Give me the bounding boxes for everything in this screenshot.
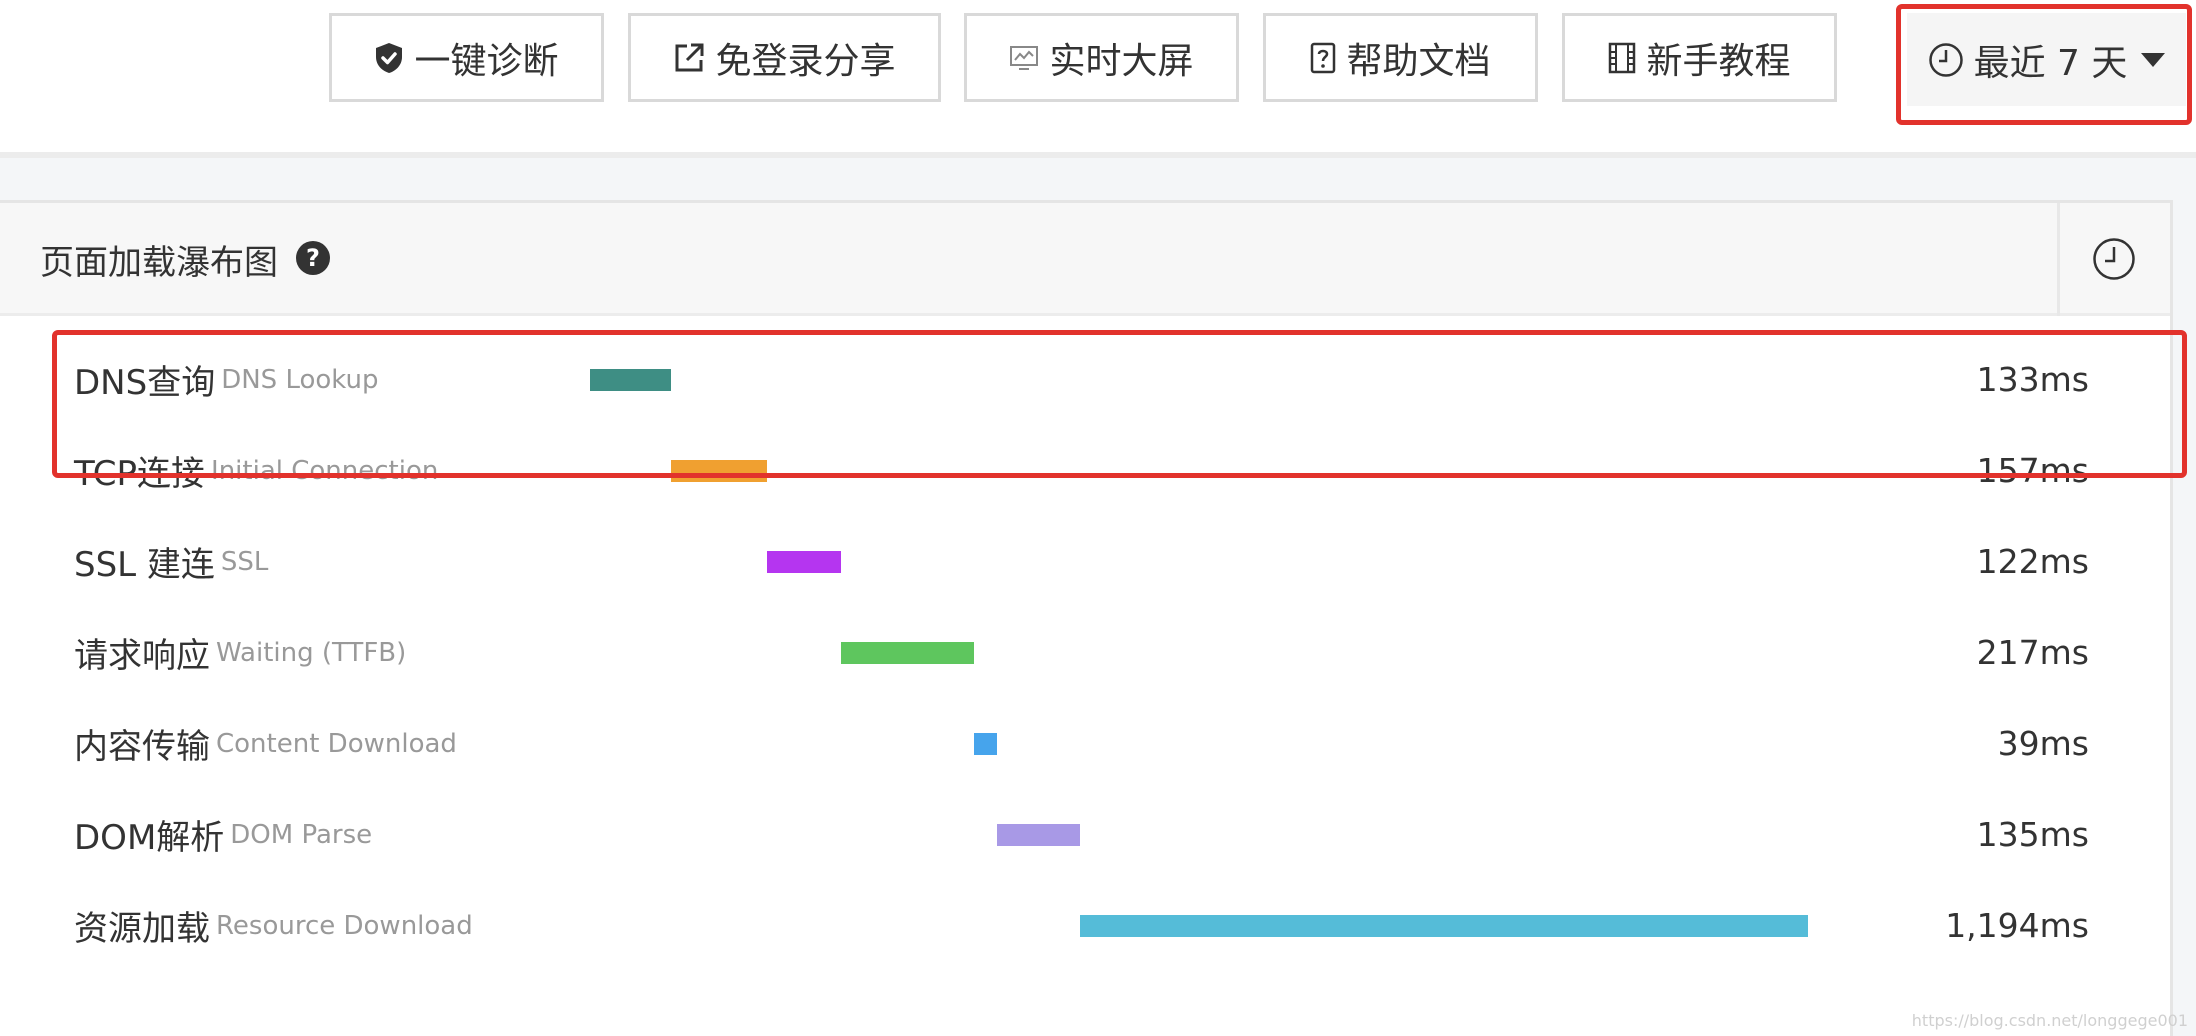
timing-bar — [973, 733, 998, 755]
row-label-zh: 资源加载 — [74, 909, 210, 949]
clock-icon — [1928, 42, 1964, 78]
row-label-zh: DOM解析 — [74, 818, 225, 858]
diagnose-button[interactable]: 一键诊断 — [329, 13, 604, 102]
row-label: 内容传输 Content Download — [74, 698, 457, 789]
row-label: DOM解析 DOM Parse — [74, 789, 372, 880]
row-duration: 133ms — [1976, 360, 2089, 399]
row-label-zh: 请求响应 — [74, 636, 210, 676]
timing-bar — [590, 369, 672, 391]
timing-bar — [671, 460, 767, 482]
share-button[interactable]: 免登录分享 — [628, 13, 941, 102]
timing-bar — [997, 824, 1080, 846]
row-label-en: SSL — [220, 546, 269, 577]
row-label-en: DOM Parse — [230, 819, 373, 850]
row-label-zh: 内容传输 — [74, 727, 210, 767]
help-docs-button[interactable]: 帮助文档 — [1263, 13, 1538, 102]
row-duration: 217ms — [1976, 633, 2089, 672]
waterfall-row: SSL 建连 SSL 122ms — [0, 516, 2170, 607]
timing-bar — [1079, 915, 1809, 937]
realtime-screen-button-label: 实时大屏 — [1049, 40, 1194, 82]
share-button-label: 免登录分享 — [715, 40, 896, 82]
row-duration: 122ms — [1976, 542, 2089, 581]
tutorial-button[interactable]: 新手教程 — [1562, 13, 1837, 102]
waterfall-row: 资源加载 Resource Download 1,194ms — [0, 880, 2170, 971]
help-icon[interactable]: ? — [296, 241, 330, 275]
film-icon — [1608, 42, 1636, 74]
row-label-zh: DNS查询 — [74, 363, 216, 403]
row-duration: 157ms — [1976, 451, 2089, 490]
waterfall-row: 请求响应 Waiting (TTFB) 217ms — [0, 607, 2170, 698]
watermark: https://blog.csdn.net/longgege001 — [1911, 1011, 2188, 1030]
timing-bar — [841, 642, 974, 664]
header-separator — [2057, 203, 2060, 316]
page-background — [0, 158, 2196, 200]
row-label-en: Content Download — [216, 728, 457, 759]
diagnose-button-label: 一键诊断 — [414, 40, 559, 82]
help-docs-button-label: 帮助文档 — [1346, 40, 1491, 82]
row-label-en: Initial Connection — [211, 455, 439, 486]
page-background — [2173, 200, 2196, 1036]
waterfall-row: DOM解析 DOM Parse 135ms — [0, 789, 2170, 880]
clock-icon[interactable] — [2092, 237, 2136, 285]
row-label: 请求响应 Waiting (TTFB) — [74, 607, 406, 698]
row-label-en: DNS Lookup — [221, 364, 379, 395]
panel-title: 页面加载瀑布图 — [40, 243, 278, 283]
row-label: SSL 建连 SSL — [74, 516, 268, 607]
tutorial-button-label: 新手教程 — [1646, 40, 1791, 82]
time-range-dropdown[interactable]: 最近 7 天 — [1907, 13, 2186, 106]
realtime-screen-button[interactable]: 实时大屏 — [964, 13, 1239, 102]
help-doc-icon — [1310, 42, 1336, 74]
timing-bar — [766, 551, 842, 573]
chevron-down-icon — [2141, 52, 2166, 67]
shield-icon — [374, 42, 404, 74]
row-duration: 1,194ms — [1945, 906, 2089, 945]
row-label: 资源加载 Resource Download — [74, 880, 473, 971]
waterfall-row: DNS查询 DNS Lookup 133ms — [0, 334, 2170, 425]
row-label-en: Waiting (TTFB) — [216, 637, 407, 668]
row-label-zh: SSL 建连 — [74, 545, 215, 585]
row-label-en: Resource Download — [216, 910, 473, 941]
waterfall-panel: 页面加载瀑布图 ? DNS查询 DNS Lookup 133ms TCP连接 Initi… — [0, 200, 2173, 1036]
row-label: DNS查询 DNS Lookup — [74, 334, 379, 425]
waterfall-row: 内容传输 Content Download 39ms — [0, 698, 2170, 789]
panel-header: 页面加载瀑布图 ? — [0, 203, 2170, 316]
row-label-zh: TCP连接 — [74, 454, 206, 494]
toolbar: 一键诊断 免登录分享 实时大屏 帮助文档 新手教程 最近 7 天 — [0, 0, 2196, 155]
row-label: TCP连接 Initial Connection — [74, 425, 438, 516]
monitor-icon — [1009, 45, 1039, 71]
row-duration: 135ms — [1976, 815, 2089, 854]
waterfall-row: TCP连接 Initial Connection 157ms — [0, 425, 2170, 516]
row-duration: 39ms — [1997, 724, 2089, 763]
share-external-icon — [673, 42, 705, 74]
time-range-label: 最近 7 天 — [1973, 42, 2128, 84]
